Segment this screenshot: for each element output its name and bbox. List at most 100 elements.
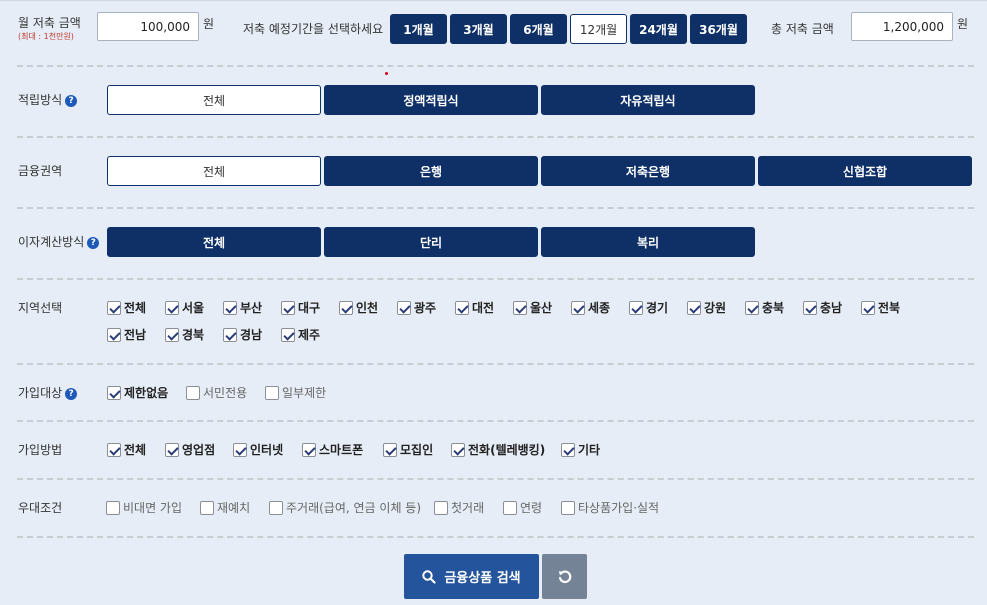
join-method-checkbox[interactable]: 전화(텔레뱅킹) <box>451 441 545 458</box>
checkbox-checked-icon[interactable] <box>561 442 575 457</box>
benefit-checkbox[interactable]: 주거래(급여, 연금 이체 등) <box>269 499 421 516</box>
checkbox-checked-icon[interactable] <box>302 442 316 457</box>
period-24m-button[interactable]: 24개월 <box>630 14 687 44</box>
region-checkbox[interactable]: 제주 <box>281 326 320 343</box>
join-method-checkbox[interactable]: 전체 <box>107 441 146 458</box>
checkbox-checked-icon[interactable] <box>861 300 875 315</box>
period-6m-button[interactable]: 6개월 <box>510 14 567 44</box>
region-checkbox[interactable]: 강원 <box>687 299 726 316</box>
region-checkbox[interactable]: 전체 <box>107 299 146 316</box>
checkbox-checked-icon[interactable] <box>513 300 527 315</box>
checkbox-unchecked-icon[interactable] <box>200 500 214 515</box>
sector-credit-union-button[interactable]: 신협조합 <box>758 156 972 186</box>
search-button[interactable]: 금융상품 검색 <box>404 554 539 599</box>
help-icon[interactable]: ? <box>87 237 100 249</box>
checkbox-checked-icon[interactable] <box>165 327 179 342</box>
interest-compound-button[interactable]: 복리 <box>541 227 755 257</box>
checkbox-checked-icon[interactable] <box>571 300 585 315</box>
join-method-checkbox[interactable]: 인터넷 <box>233 441 283 458</box>
checkbox-label: 재예치 <box>217 501 251 515</box>
benefit-checkbox[interactable]: 비대면 가입 <box>106 499 182 516</box>
region-checkbox[interactable]: 충북 <box>745 299 784 316</box>
region-checkbox[interactable]: 경북 <box>165 326 204 343</box>
sector-label: 금융권역 <box>18 164 63 178</box>
checkbox-checked-icon[interactable] <box>397 300 411 315</box>
region-checkbox[interactable]: 인천 <box>339 299 378 316</box>
checkbox-checked-icon[interactable] <box>745 300 759 315</box>
join-method-checkbox[interactable]: 스마트폰 <box>302 441 363 458</box>
checkbox-checked-icon[interactable] <box>107 385 121 400</box>
divider <box>17 136 974 138</box>
checkbox-unchecked-icon[interactable] <box>434 500 448 515</box>
checkbox-checked-icon[interactable] <box>107 442 121 457</box>
period-36m-button[interactable]: 36개월 <box>690 14 747 44</box>
region-checkbox[interactable]: 서울 <box>165 299 204 316</box>
accumulation-free-button[interactable]: 자유적립식 <box>541 85 755 115</box>
checkbox-checked-icon[interactable] <box>233 442 247 457</box>
interest-simple-button[interactable]: 단리 <box>324 227 538 257</box>
eligibility-checkbox[interactable]: 서민전용 <box>186 384 247 401</box>
region-checkbox[interactable]: 광주 <box>397 299 436 316</box>
checkbox-checked-icon[interactable] <box>687 300 701 315</box>
sector-all-button[interactable]: 전체 <box>107 156 321 186</box>
region-checkbox[interactable]: 충남 <box>803 299 842 316</box>
checkbox-label: 전북 <box>878 301 901 315</box>
checkbox-checked-icon[interactable] <box>803 300 817 315</box>
checkbox-checked-icon[interactable] <box>223 327 237 342</box>
accumulation-fixed-button[interactable]: 정액적립식 <box>324 85 538 115</box>
checkbox-label: 대구 <box>298 301 321 315</box>
eligibility-checkbox[interactable]: 일부제한 <box>265 384 326 401</box>
checkbox-checked-icon[interactable] <box>281 327 295 342</box>
interest-all-button[interactable]: 전체 <box>107 227 321 257</box>
region-checkbox[interactable]: 전북 <box>861 299 900 316</box>
checkbox-unchecked-icon[interactable] <box>106 500 120 515</box>
checkbox-checked-icon[interactable] <box>339 300 353 315</box>
checkbox-checked-icon[interactable] <box>223 300 237 315</box>
period-1m-button[interactable]: 1개월 <box>390 14 447 44</box>
checkbox-unchecked-icon[interactable] <box>186 385 200 400</box>
checkbox-checked-icon[interactable] <box>451 442 465 457</box>
checkbox-checked-icon[interactable] <box>629 300 643 315</box>
eligibility-checkbox[interactable]: 제한없음 <box>107 384 168 401</box>
search-button-label: 금융상품 검색 <box>444 571 521 586</box>
period-3m-button[interactable]: 3개월 <box>450 14 507 44</box>
region-checkbox[interactable]: 부산 <box>223 299 262 316</box>
region-checkbox[interactable]: 대전 <box>455 299 494 316</box>
join-method-checkbox[interactable]: 기타 <box>561 441 600 458</box>
checkbox-checked-icon[interactable] <box>455 300 469 315</box>
help-icon[interactable]: ? <box>65 388 78 400</box>
checkbox-unchecked-icon[interactable] <box>269 500 283 515</box>
checkbox-label: 비대면 가입 <box>123 501 183 515</box>
checkbox-label: 전체 <box>124 443 147 457</box>
checkbox-checked-icon[interactable] <box>165 300 179 315</box>
region-checkbox[interactable]: 세종 <box>571 299 610 316</box>
checkbox-checked-icon[interactable] <box>165 442 179 457</box>
reset-button[interactable] <box>542 554 587 599</box>
join-method-checkbox[interactable]: 모집인 <box>383 441 433 458</box>
checkbox-label: 모집인 <box>400 443 434 457</box>
period-12m-button[interactable]: 12개월 <box>570 14 627 44</box>
region-checkbox[interactable]: 울산 <box>513 299 552 316</box>
region-checkbox[interactable]: 경남 <box>223 326 262 343</box>
accumulation-all-button[interactable]: 전체 <box>107 85 321 115</box>
benefit-checkbox[interactable]: 연령 <box>503 499 542 516</box>
checkbox-checked-icon[interactable] <box>281 300 295 315</box>
checkbox-checked-icon[interactable] <box>383 442 397 457</box>
region-checkbox[interactable]: 전남 <box>107 326 146 343</box>
checkbox-unchecked-icon[interactable] <box>561 500 575 515</box>
benefit-checkbox[interactable]: 타상품가입·실적 <box>561 499 659 516</box>
sector-bank-button[interactable]: 은행 <box>324 156 538 186</box>
checkbox-unchecked-icon[interactable] <box>503 500 517 515</box>
checkbox-label: 세종 <box>588 301 611 315</box>
region-checkbox[interactable]: 경기 <box>629 299 668 316</box>
monthly-amount-input[interactable] <box>97 12 199 41</box>
checkbox-checked-icon[interactable] <box>107 300 121 315</box>
checkbox-unchecked-icon[interactable] <box>265 385 279 400</box>
join-method-checkbox[interactable]: 영업점 <box>165 441 215 458</box>
sector-savings-bank-button[interactable]: 저축은행 <box>541 156 755 186</box>
benefit-checkbox[interactable]: 재예치 <box>200 499 250 516</box>
help-icon[interactable]: ? <box>65 95 78 107</box>
benefit-checkbox[interactable]: 첫거래 <box>434 499 484 516</box>
checkbox-checked-icon[interactable] <box>107 327 121 342</box>
region-checkbox[interactable]: 대구 <box>281 299 320 316</box>
